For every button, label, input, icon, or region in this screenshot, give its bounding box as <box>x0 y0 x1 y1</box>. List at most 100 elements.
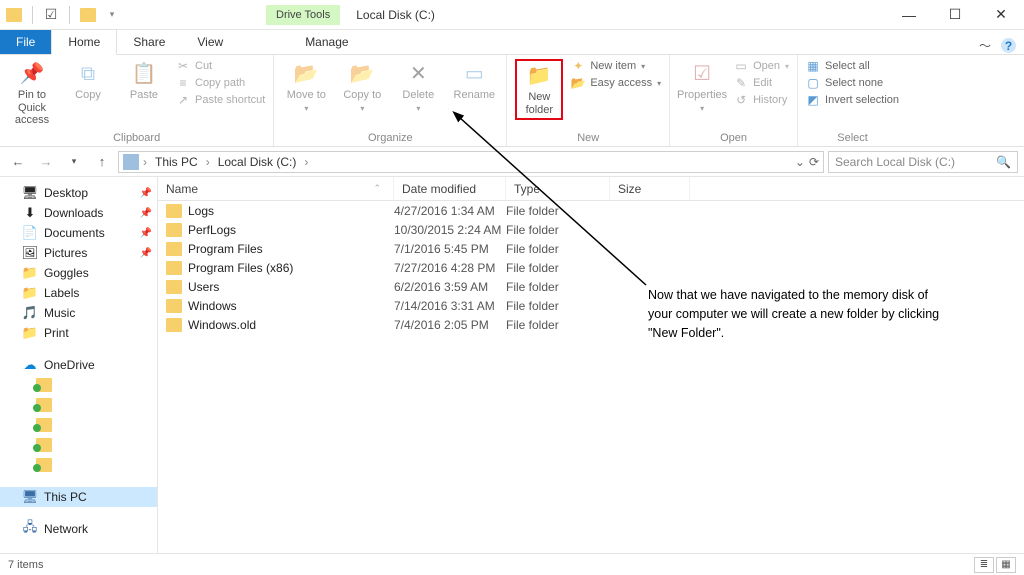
sidebar-item[interactable]: ⬇Downloads📌 <box>0 203 157 223</box>
cut-icon: ✂ <box>176 59 190 73</box>
sidebar-thispc[interactable]: 🖥This PC <box>0 487 157 507</box>
sidebar-onedrive-sub[interactable] <box>0 435 157 455</box>
sidebar-onedrive-sub[interactable] <box>0 455 157 475</box>
new-folder-button[interactable]: 📁 New folder <box>515 59 563 120</box>
tab-home[interactable]: Home <box>51 29 117 55</box>
select-none-button[interactable]: ▢Select none <box>806 76 899 90</box>
view-details-button[interactable]: ≣ <box>974 557 994 573</box>
tab-manage[interactable]: Manage <box>289 30 364 54</box>
edit-button[interactable]: ✎Edit <box>734 76 789 90</box>
delete-button[interactable]: ✕Delete▾ <box>394 59 442 115</box>
sidebar-network[interactable]: 🖧Network <box>0 519 157 539</box>
open-button[interactable]: ▭Open ▾ <box>734 59 789 73</box>
drive-icon <box>123 154 139 170</box>
forward-button[interactable]: → <box>34 150 58 174</box>
file-list[interactable]: Logs4/27/2016 1:34 AMFile folderPerfLogs… <box>158 201 1024 553</box>
sidebar-onedrive[interactable]: ☁OneDrive <box>0 355 157 375</box>
copy-path-button[interactable]: ≡Copy path <box>176 76 265 90</box>
minimize-button[interactable]: — <box>886 0 932 30</box>
sidebar-item[interactable]: 🎵Music <box>0 303 157 323</box>
refresh-button[interactable]: ⟳ <box>809 155 819 169</box>
table-row[interactable]: PerfLogs10/30/2015 2:24 AMFile folder <box>158 220 1024 239</box>
back-button[interactable]: ← <box>6 150 30 174</box>
sidebar-onedrive-sub[interactable] <box>0 375 157 395</box>
copypath-icon: ≡ <box>176 76 190 90</box>
col-name[interactable]: Name⌃ <box>158 177 394 200</box>
sidebar-item[interactable]: 📁Print <box>0 323 157 343</box>
sidebar-item[interactable]: 📁Labels <box>0 283 157 303</box>
paste-shortcut-button[interactable]: ↗Paste shortcut <box>176 93 265 107</box>
selectall-icon: ▦ <box>806 59 820 73</box>
rename-icon: ▭ <box>461 61 487 87</box>
select-all-button[interactable]: ▦Select all <box>806 59 899 73</box>
folder-icon <box>166 261 182 275</box>
sidebar-item[interactable]: 📄Documents📌 <box>0 223 157 243</box>
rename-button[interactable]: ▭Rename <box>450 59 498 104</box>
quick-access-toolbar: ☑ ▾ <box>0 6 126 24</box>
pin-icon: 📌 <box>139 248 153 259</box>
tab-file[interactable]: File <box>0 30 51 54</box>
sidebar-item-icon: ⬇ <box>22 205 38 221</box>
window-title: Local Disk (C:) <box>356 8 435 22</box>
content-area: 🖥Desktop📌⬇Downloads📌📄Documents📌🖼Pictures… <box>0 177 1024 553</box>
onedrive-icon: ☁ <box>22 357 38 373</box>
help-icon[interactable]: ? <box>1001 38 1016 53</box>
synced-folder-icon <box>36 397 52 413</box>
synced-folder-icon <box>36 457 52 473</box>
search-box[interactable]: Search Local Disk (C:) 🔍 <box>828 151 1018 173</box>
table-row[interactable]: Logs4/27/2016 1:34 AMFile folder <box>158 201 1024 220</box>
sidebar-item[interactable]: 🖥Desktop📌 <box>0 183 157 203</box>
recent-dropdown[interactable]: ▾ <box>62 150 86 174</box>
qat-dropdown-icon[interactable]: ▾ <box>104 7 120 23</box>
move-to-button[interactable]: 📂Move to▾ <box>282 59 330 115</box>
newfolder-icon: 📁 <box>526 63 552 89</box>
copy-to-button[interactable]: 📂Copy to▾ <box>338 59 386 115</box>
explorer-icon <box>6 7 22 23</box>
invert-selection-button[interactable]: ◩Invert selection <box>806 93 899 107</box>
moveto-icon: 📂 <box>293 61 319 87</box>
pin-quick-access-button[interactable]: 📌 Pin to Quick access <box>8 59 56 129</box>
close-button[interactable]: ✕ <box>978 0 1024 30</box>
properties-button[interactable]: ☑Properties▾ <box>678 59 726 115</box>
table-row[interactable]: Program Files7/1/2016 5:45 PMFile folder <box>158 239 1024 258</box>
tab-share[interactable]: Share <box>117 30 181 54</box>
sidebar-item-icon: 🖼 <box>22 245 38 261</box>
up-button[interactable]: ↑ <box>90 150 114 174</box>
breadcrumb-current[interactable]: Local Disk (C:) <box>214 155 301 169</box>
sidebar-item-icon: 🎵 <box>22 305 38 321</box>
sidebar-onedrive-sub[interactable] <box>0 415 157 435</box>
history-icon: ↺ <box>734 93 748 107</box>
table-row[interactable]: Program Files (x86)7/27/2016 4:28 PMFile… <box>158 258 1024 277</box>
tab-view[interactable]: View <box>181 30 239 54</box>
address-dropdown-icon[interactable]: ⌄ <box>795 155 805 169</box>
easy-access-button[interactable]: 📂Easy access ▾ <box>571 76 661 90</box>
table-row[interactable]: Users6/2/2016 3:59 AMFile folder <box>158 277 1024 296</box>
table-row[interactable]: Windows7/14/2016 3:31 AMFile folder <box>158 296 1024 315</box>
view-icons-button[interactable]: ▦ <box>996 557 1016 573</box>
properties-icon[interactable]: ☑ <box>43 7 59 23</box>
synced-folder-icon <box>36 377 52 393</box>
col-date[interactable]: Date modified <box>394 177 506 200</box>
ribbon: 📌 Pin to Quick access ⧉ Copy 📋 Paste ✂Cu… <box>0 55 1024 147</box>
statusbar: 7 items ≣ ▦ <box>0 553 1024 575</box>
sidebar-item[interactable]: 📁Goggles <box>0 263 157 283</box>
easyaccess-icon: 📂 <box>571 76 585 90</box>
maximize-button[interactable]: ☐ <box>932 0 978 30</box>
history-button[interactable]: ↺History <box>734 93 789 107</box>
breadcrumb-thispc[interactable]: This PC <box>151 155 202 169</box>
edit-icon: ✎ <box>734 76 748 90</box>
cut-button[interactable]: ✂Cut <box>176 59 265 73</box>
sidebar-onedrive-sub[interactable] <box>0 395 157 415</box>
synced-folder-icon <box>36 417 52 433</box>
newfolder-qat-icon[interactable] <box>80 7 96 23</box>
address-bar[interactable]: › This PC › Local Disk (C:) › ⌄ ⟳ <box>118 151 824 173</box>
table-row[interactable]: Windows.old7/4/2016 2:05 PMFile folder <box>158 315 1024 334</box>
copy-button[interactable]: ⧉ Copy <box>64 59 112 104</box>
ribbon-collapse-icon[interactable]: 〜 <box>979 37 991 54</box>
col-type[interactable]: Type <box>506 177 610 200</box>
col-size[interactable]: Size <box>610 177 690 200</box>
paste-button[interactable]: 📋 Paste <box>120 59 168 104</box>
sidebar-item[interactable]: 🖼Pictures📌 <box>0 243 157 263</box>
folder-icon <box>166 223 182 237</box>
new-item-button[interactable]: ✦New item ▾ <box>571 59 661 73</box>
